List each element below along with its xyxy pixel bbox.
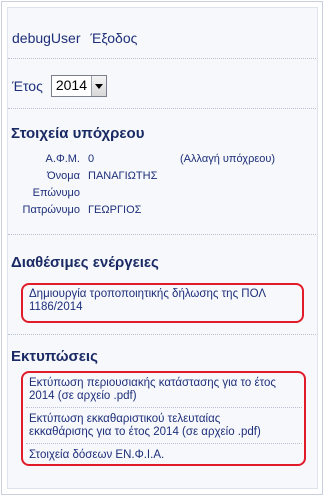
actions-section-title: Διαθέσιμες ενέργειες bbox=[11, 254, 159, 271]
surname-row: Επώνυμο bbox=[0, 187, 300, 201]
year-select[interactable]: 2014 bbox=[50, 75, 107, 97]
father-name-value: ΓΕΩΡΓΙΟΣ bbox=[88, 204, 142, 216]
link-line: 2014 (σε αρχείο .pdf) bbox=[29, 390, 137, 402]
divider bbox=[8, 108, 316, 109]
afm-label: Α.Φ.Μ. bbox=[45, 153, 80, 165]
name-value: ΠΑΝΑΓΙΩΤΗΣ bbox=[88, 170, 158, 182]
year-row: Έτος 2014 bbox=[12, 75, 107, 97]
print-assets-link[interactable]: Εκτύπωση περιουσιακής κατάστασης για το … bbox=[29, 377, 276, 403]
change-taxpayer-link[interactable]: (Αλλαγή υπόχρεου) bbox=[180, 153, 275, 165]
surname-label: Επώνυμο bbox=[32, 187, 80, 199]
print-clearance-link[interactable]: Εκτύπωση εκκαθαριστικού τελευταίας εκκαθ… bbox=[29, 413, 261, 439]
divider bbox=[8, 334, 316, 335]
name-label: Όνομα bbox=[47, 170, 80, 182]
afm-value: 0 bbox=[88, 153, 95, 165]
divider bbox=[26, 407, 302, 408]
name-row: Όνομα ΠΑΝΑΓΙΩΤΗΣ bbox=[0, 170, 300, 184]
link-line: Εκτύπωση εκκαθαριστικού τελευταίας bbox=[29, 413, 221, 425]
father-name-row: Πατρώνυμο ΓΕΩΡΓΙΟΣ bbox=[0, 204, 300, 218]
divider bbox=[8, 58, 316, 59]
enfia-installments-link[interactable]: Στοιχεία δόσεων ΕΝ.Φ.Ι.Α. bbox=[29, 449, 164, 462]
divider bbox=[8, 234, 316, 235]
link-line: εκκαθάρισης για το έτος 2014 (σε αρχείο … bbox=[29, 426, 261, 438]
year-select-value: 2014 bbox=[55, 77, 87, 93]
link-line: 1186/2014 bbox=[29, 301, 83, 313]
user-row: debugUser Έξοδος bbox=[12, 30, 143, 46]
father-name-label: Πατρώνυμο bbox=[22, 204, 80, 216]
logout-link[interactable]: Έξοδος bbox=[90, 30, 137, 46]
divider bbox=[26, 443, 302, 444]
taxpayer-section-title: Στοιχεία υπόχρεου bbox=[11, 125, 145, 142]
chevron-down-icon[interactable] bbox=[91, 76, 106, 96]
username: debugUser bbox=[12, 30, 81, 46]
link-line: Εκτύπωση περιουσιακής κατάστασης για το … bbox=[29, 377, 276, 389]
create-amendment-link[interactable]: Δημιουργία τροποποιητικής δήλωσης της ΠΟ… bbox=[29, 288, 266, 314]
afm-row: Α.Φ.Μ. 0 bbox=[0, 153, 180, 167]
link-line: Δημιουργία τροποποιητικής δήλωσης της ΠΟ… bbox=[29, 288, 267, 300]
prints-section-title: Εκτυπώσεις bbox=[11, 348, 98, 365]
link-line: Στοιχεία δόσεων ΕΝ.Φ.Ι.Α. bbox=[29, 449, 165, 461]
year-label: Έτος bbox=[12, 78, 43, 94]
